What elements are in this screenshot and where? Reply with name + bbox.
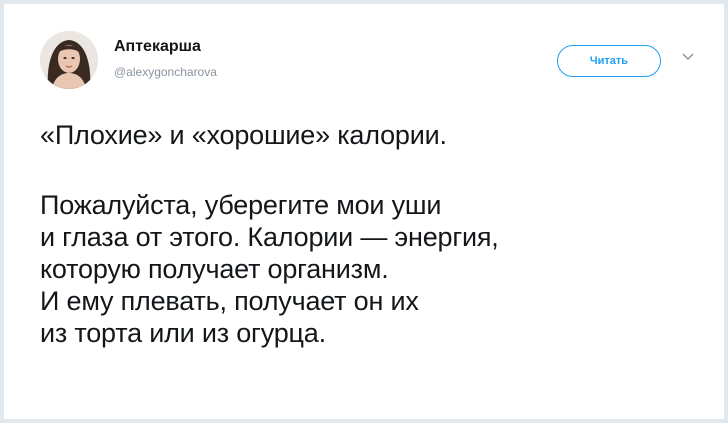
chevron-down-icon[interactable] bbox=[681, 52, 695, 62]
follow-button[interactable]: Читать bbox=[557, 45, 661, 77]
tweet-text: «Плохие» и «хорошие» калории. Пожалуйста… bbox=[40, 119, 700, 349]
tweet-body-line: Пожалуйста, уберегите мои уши bbox=[40, 190, 442, 220]
tweet-body-line: и глаза от этого. Калории — энергия, bbox=[40, 222, 499, 252]
author-avatar[interactable] bbox=[40, 31, 98, 89]
user-avatar-photo-icon bbox=[40, 31, 98, 89]
tweet-body-line: из торта или из огурца. bbox=[40, 318, 326, 348]
tweet-body-line: которую получает организм. bbox=[40, 254, 389, 284]
tweet-title-line: «Плохие» и «хорошие» калории. bbox=[40, 120, 447, 150]
tweet-body-line: И ему плевать, получает он их bbox=[40, 286, 419, 316]
author-display-name[interactable]: Аптекарша bbox=[114, 38, 201, 56]
tweet-card: Аптекарша @alexygoncharova Читать «Плохи… bbox=[0, 0, 728, 423]
author-handle[interactable]: @alexygoncharova bbox=[114, 65, 217, 79]
